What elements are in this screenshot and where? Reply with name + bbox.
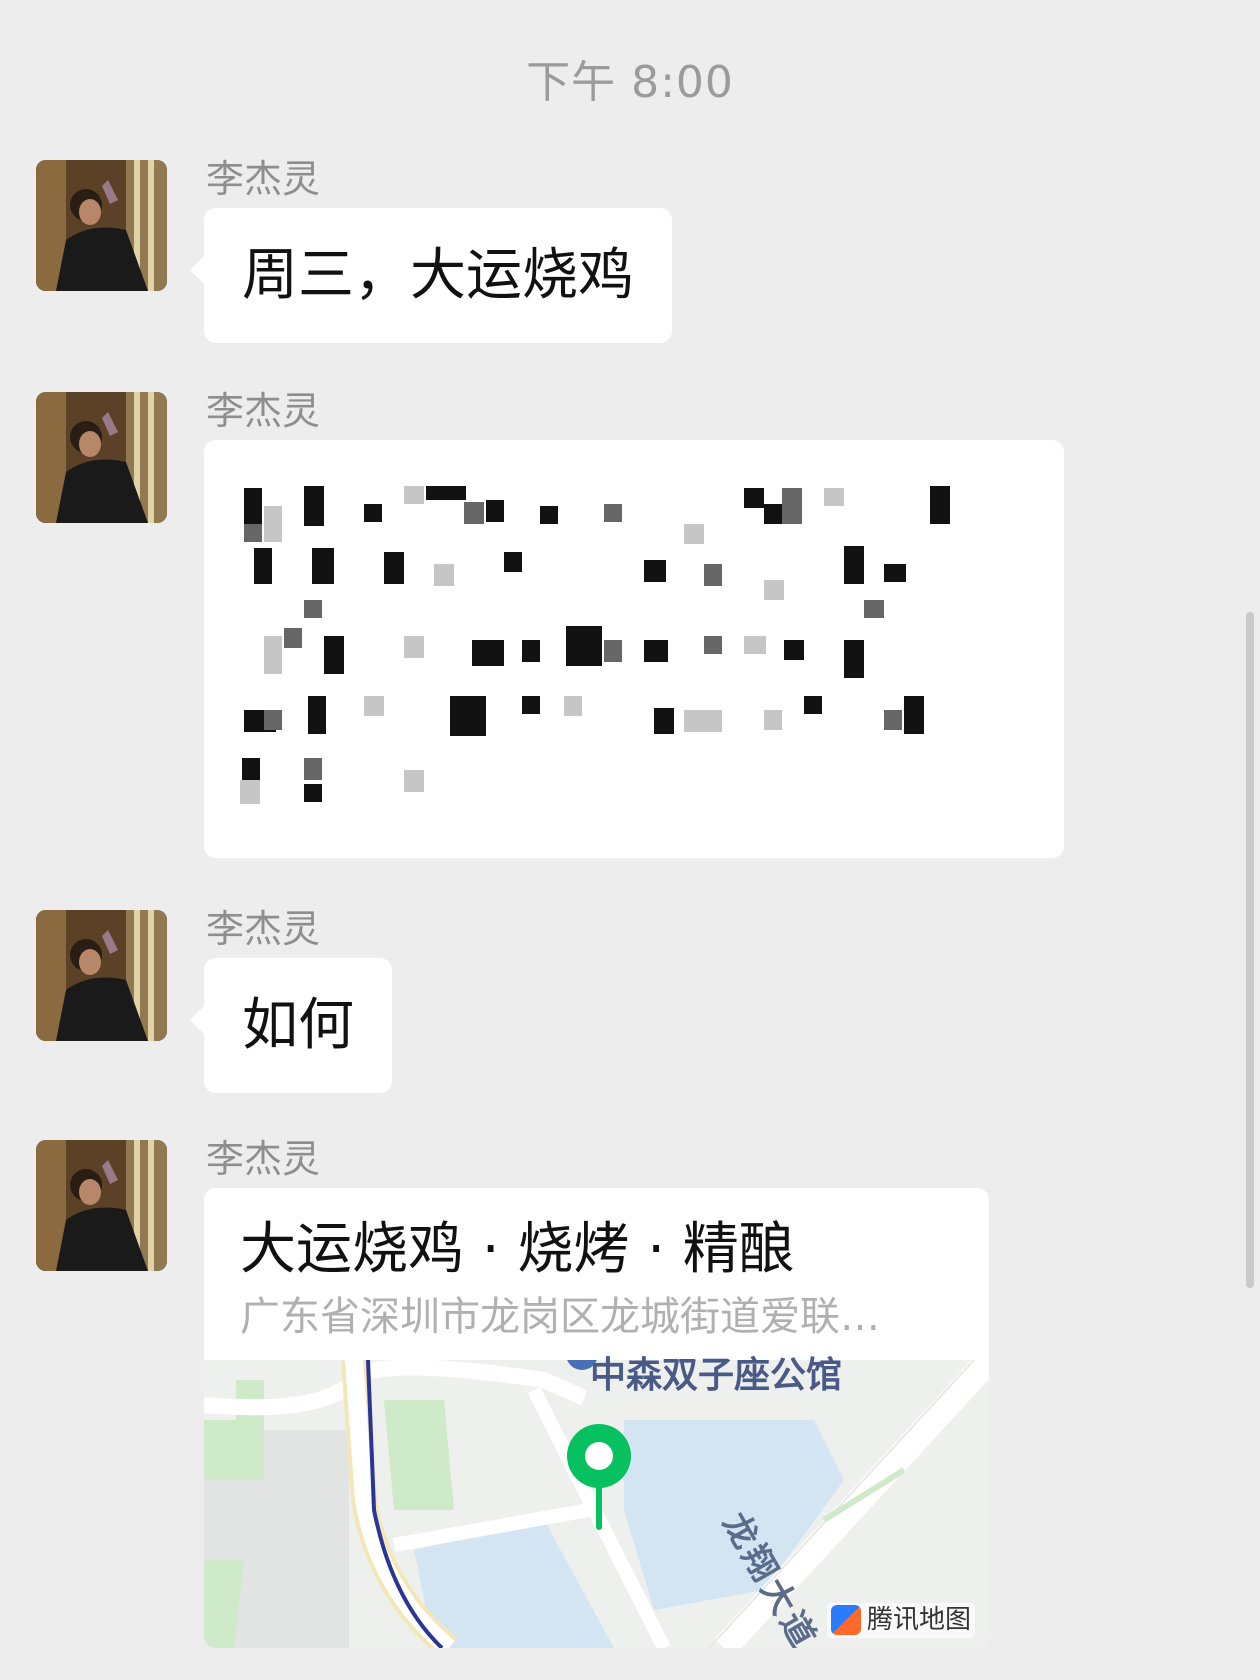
avatar-photo-icon — [36, 392, 167, 523]
avatar[interactable] — [36, 1140, 167, 1271]
location-address: 广东省深圳市龙岗区龙城街道爱联… — [240, 1294, 880, 1341]
sender-name: 李杰灵 — [206, 907, 321, 951]
pixelated-redaction — [204, 440, 1064, 858]
location-card[interactable]: 大运烧鸡 · 烧烤 · 精酿 广东省深圳市龙岗区龙城街道爱联… 中森双子座公馆 … — [204, 1188, 989, 1648]
message-text: 周三，大运烧鸡 — [242, 243, 634, 308]
message-bubble[interactable]: 如何 — [190, 958, 392, 1094]
location-title: 大运烧鸡 · 烧烤 · 精酿 — [240, 1217, 795, 1282]
avatar-photo-icon — [36, 910, 167, 1041]
sender-name: 李杰灵 — [206, 157, 321, 201]
avatar[interactable] — [36, 910, 167, 1041]
map-brand: 腾讯地图 — [826, 1602, 975, 1638]
map-building-label: 中森双子座公馆 — [590, 1355, 843, 1396]
chat-message: 李杰灵 — [36, 389, 1260, 872]
location-map-preview[interactable]: 中森双子座公馆 龙翔大道 腾讯地图 — [204, 1355, 989, 1648]
avatar[interactable] — [36, 160, 167, 291]
chat-screen: 下午 8:00 李杰灵 周三，大运烧鸡 李杰灵 李杰灵 如何 李杰灵 大运烧鸡 … — [0, 0, 1260, 1680]
avatar-photo-icon — [36, 160, 167, 291]
map-brand-label: 腾讯地图 — [866, 1604, 971, 1635]
location-header: 大运烧鸡 · 烧烤 · 精酿 广东省深圳市龙岗区龙城街道爱联… — [204, 1188, 989, 1360]
chat-message: 李杰灵 周三，大运烧鸡 — [36, 157, 1260, 344]
avatar[interactable] — [36, 392, 167, 523]
chat-message: 李杰灵 如何 — [36, 907, 1260, 1094]
avatar-photo-icon — [36, 1140, 167, 1271]
tencent-map-logo-icon — [830, 1605, 861, 1636]
redacted-message-bubble[interactable] — [204, 440, 1064, 858]
message-bubble[interactable]: 周三，大运烧鸡 — [190, 208, 672, 344]
sender-name: 李杰灵 — [206, 389, 321, 433]
chat-message: 李杰灵 大运烧鸡 · 烧烤 · 精酿 广东省深圳市龙岗区龙城街道爱联… 中森双子… — [36, 1137, 1260, 1660]
sender-name: 李杰灵 — [206, 1137, 321, 1181]
scrollbar[interactable] — [1246, 612, 1254, 1288]
message-text: 如何 — [242, 993, 354, 1058]
message-timestamp: 下午 8:00 — [526, 57, 734, 108]
